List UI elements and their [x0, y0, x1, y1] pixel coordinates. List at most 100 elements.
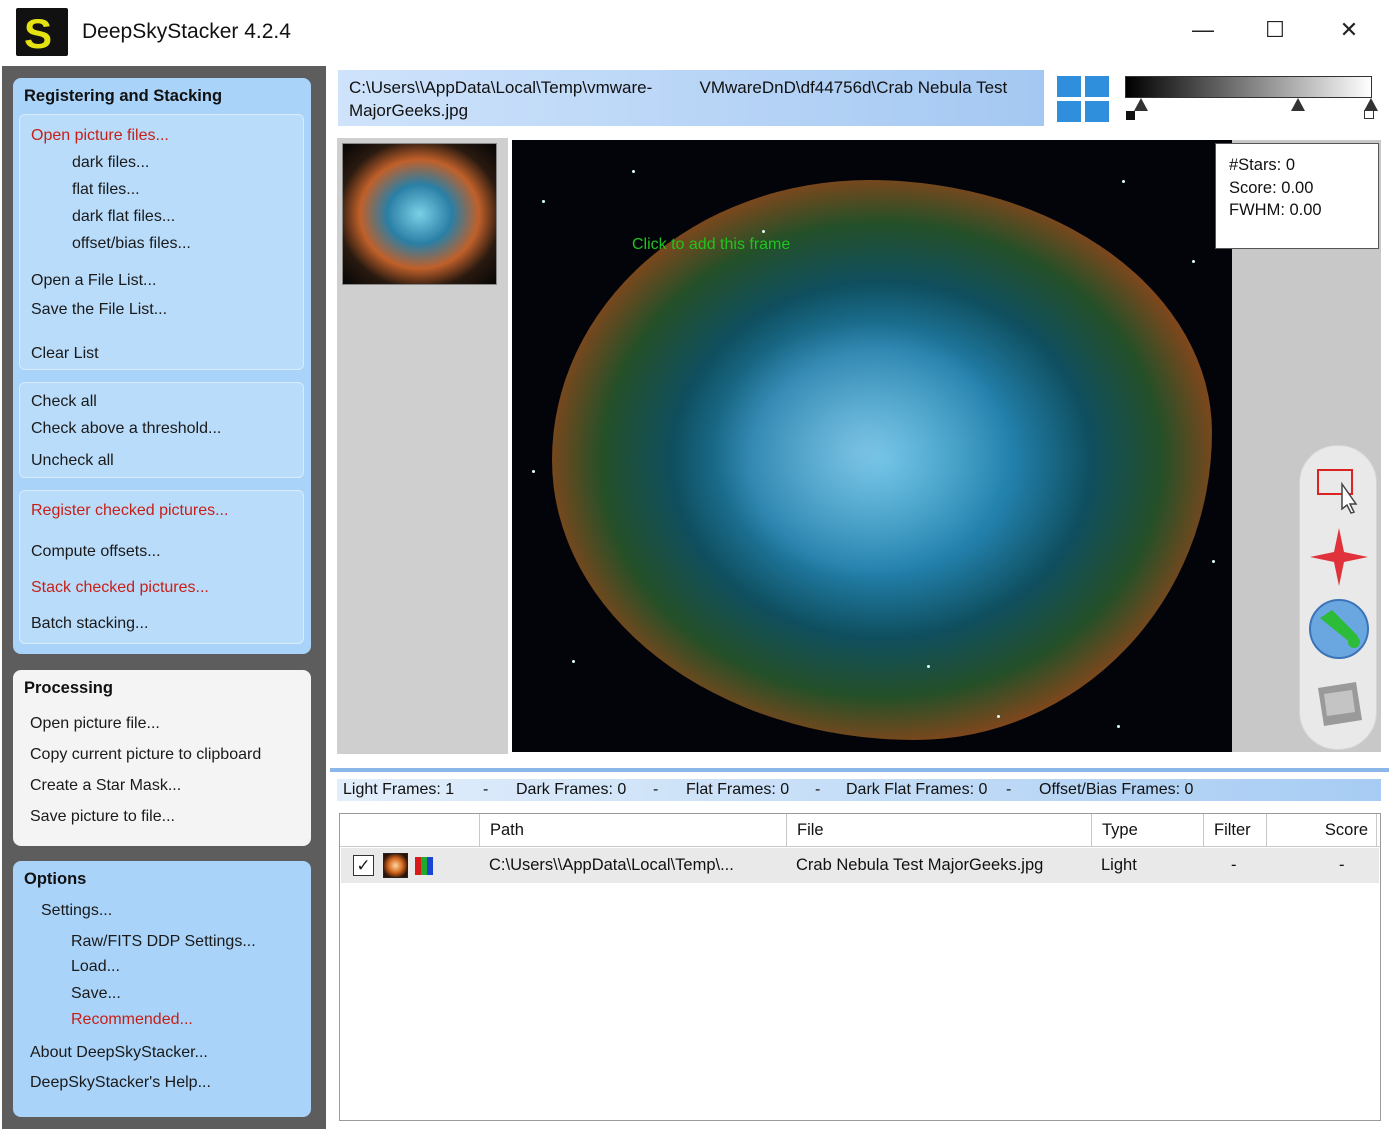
- dark-frames-count: Dark Frames: 0: [516, 781, 627, 798]
- registering-stacking-panel: Registering and Stacking Open picture fi…: [13, 78, 311, 654]
- offset-bias-files-link[interactable]: offset/bias files...: [72, 235, 191, 253]
- minimize-button[interactable]: —: [1180, 14, 1226, 46]
- save-disk-icon[interactable]: [1308, 674, 1370, 736]
- star: [542, 200, 545, 203]
- column-header-check[interactable]: [340, 814, 480, 847]
- open-picture-files-link[interactable]: Open picture files...: [31, 127, 169, 145]
- dark-flat-files-link[interactable]: dark flat files...: [72, 208, 175, 226]
- file-group-box: Open picture files... dark files... flat…: [19, 114, 304, 370]
- grid-layout-icon[interactable]: [1057, 76, 1111, 124]
- star: [572, 660, 575, 663]
- check-all-link[interactable]: Check all: [31, 393, 97, 411]
- black-point-handle[interactable]: [1134, 98, 1148, 111]
- rectangle-select-icon[interactable]: [1308, 454, 1370, 516]
- about-link[interactable]: About DeepSkyStacker...: [30, 1044, 208, 1062]
- table-header: Path File Type Filter Score: [340, 814, 1380, 847]
- compute-offsets-link[interactable]: Compute offsets...: [31, 543, 161, 561]
- star: [1122, 180, 1125, 183]
- star: [1117, 725, 1120, 728]
- recommended-settings-link[interactable]: Recommended...: [71, 1011, 193, 1029]
- row-path: C:\Users\\AppData\Local\Temp\...: [489, 856, 734, 874]
- dark-files-link[interactable]: dark files...: [72, 154, 149, 172]
- separator: -: [815, 781, 821, 798]
- options-panel: Options Settings... Raw/FITS DDP Setting…: [13, 861, 311, 1117]
- save-file-list-link[interactable]: Save the File List...: [31, 301, 167, 319]
- score-value: Score: 0.00: [1229, 178, 1314, 197]
- star: [1212, 560, 1215, 563]
- row-filter: -: [1231, 856, 1237, 874]
- histogram-slider[interactable]: [1124, 74, 1378, 120]
- load-settings-link[interactable]: Load...: [71, 958, 120, 976]
- registering-panel-title: Registering and Stacking: [24, 87, 223, 105]
- save-settings-link[interactable]: Save...: [71, 985, 121, 1003]
- picture-thumbnail-icon: [383, 853, 408, 878]
- open-file-list-link[interactable]: Open a File List...: [31, 272, 156, 290]
- star: [997, 715, 1000, 718]
- file-path-bar: C:\Users\\AppData\Local\Temp\vmware- VMw…: [338, 70, 1044, 126]
- add-frame-overlay[interactable]: Click to add this frame: [632, 236, 790, 254]
- check-group-box: Check all Check above a threshold... Unc…: [19, 382, 304, 478]
- pane-splitter[interactable]: [330, 768, 1389, 772]
- fwhm-value: FWHM: 0.00: [1229, 201, 1322, 219]
- open-picture-file-link[interactable]: Open picture file...: [30, 715, 160, 733]
- image-viewer[interactable]: [512, 140, 1232, 752]
- rgb-channels-icon: [415, 857, 435, 875]
- check-above-threshold-link[interactable]: Check above a threshold...: [31, 420, 221, 438]
- processing-panel-title: Processing: [24, 679, 113, 697]
- star-stats-box: #Stars: 0 Score: 0.00 FWHM: 0.00: [1215, 143, 1379, 249]
- row-file: Crab Nebula Test MajorGeeks.jpg: [796, 856, 1044, 874]
- row-score: -: [1339, 856, 1345, 874]
- star: [532, 470, 535, 473]
- comet-icon[interactable]: [1308, 598, 1370, 660]
- nebula-core-glow: [712, 320, 1012, 580]
- star-edit-icon[interactable]: [1308, 526, 1370, 588]
- column-header-score[interactable]: Score: [1267, 814, 1377, 847]
- frame-counts-bar: Light Frames: 1 - Dark Frames: 0 - Flat …: [337, 779, 1381, 801]
- stars-count: #Stars: 0: [1229, 156, 1296, 174]
- separator: -: [1006, 781, 1012, 798]
- column-header-file[interactable]: File: [787, 814, 1092, 847]
- save-picture-link[interactable]: Save picture to file...: [30, 808, 175, 826]
- uncheck-all-link[interactable]: Uncheck all: [31, 452, 114, 470]
- star: [762, 230, 765, 233]
- star: [632, 170, 635, 173]
- histogram-gradient: [1125, 76, 1372, 98]
- window-title: DeepSkyStacker 4.2.4: [82, 20, 291, 43]
- maximize-button[interactable]: ☐: [1252, 14, 1298, 46]
- column-header-filter[interactable]: Filter: [1204, 814, 1267, 847]
- batch-stacking-link[interactable]: Batch stacking...: [31, 615, 148, 633]
- star: [927, 665, 930, 668]
- copy-to-clipboard-link[interactable]: Copy current picture to clipboard: [30, 746, 261, 764]
- stack-checked-link[interactable]: Stack checked pictures...: [31, 579, 209, 597]
- midtone-handle[interactable]: [1291, 98, 1305, 111]
- register-checked-link[interactable]: Register checked pictures...: [31, 502, 228, 520]
- separator: -: [483, 781, 489, 798]
- table-row[interactable]: ✓ C:\Users\\AppData\Local\Temp\... Crab …: [341, 848, 1379, 883]
- black-point-marker: [1126, 111, 1135, 120]
- file-list-table: Path File Type Filter Score ✓ C:\Users\\…: [339, 813, 1381, 1121]
- close-button[interactable]: ✕: [1326, 14, 1372, 46]
- title-bar: S DeepSkyStacker 4.2.4 — ☐ ✕: [0, 0, 1393, 66]
- column-header-path[interactable]: Path: [480, 814, 787, 847]
- picture-thumbnail-icon[interactable]: [342, 143, 497, 285]
- clear-list-link[interactable]: Clear List: [31, 345, 99, 363]
- row-type: Light: [1101, 856, 1137, 874]
- flat-frames-count: Flat Frames: 0: [686, 781, 790, 798]
- file-path-text: C:\Users\\AppData\Local\Temp\vmware- VMw…: [349, 78, 1008, 120]
- star: [1192, 260, 1195, 263]
- help-link[interactable]: DeepSkyStacker's Help...: [30, 1074, 211, 1092]
- offset-bias-frames-count: Offset/Bias Frames: 0: [1039, 781, 1194, 798]
- settings-link[interactable]: Settings...: [41, 902, 112, 920]
- processing-panel: Processing Open picture file... Copy cur…: [13, 670, 311, 846]
- separator: -: [653, 781, 659, 798]
- flat-files-link[interactable]: flat files...: [72, 181, 140, 199]
- raw-fits-settings-link[interactable]: Raw/FITS DDP Settings...: [71, 933, 256, 951]
- light-frames-count: Light Frames: 1: [343, 781, 455, 798]
- column-header-type[interactable]: Type: [1092, 814, 1204, 847]
- create-star-mask-link[interactable]: Create a Star Mask...: [30, 777, 181, 795]
- white-point-marker: [1364, 110, 1374, 119]
- row-checkbox[interactable]: ✓: [353, 855, 374, 876]
- dark-flat-frames-count: Dark Flat Frames: 0: [846, 781, 988, 798]
- stacking-group-box: Register checked pictures... Compute off…: [19, 490, 304, 644]
- options-panel-title: Options: [24, 870, 87, 888]
